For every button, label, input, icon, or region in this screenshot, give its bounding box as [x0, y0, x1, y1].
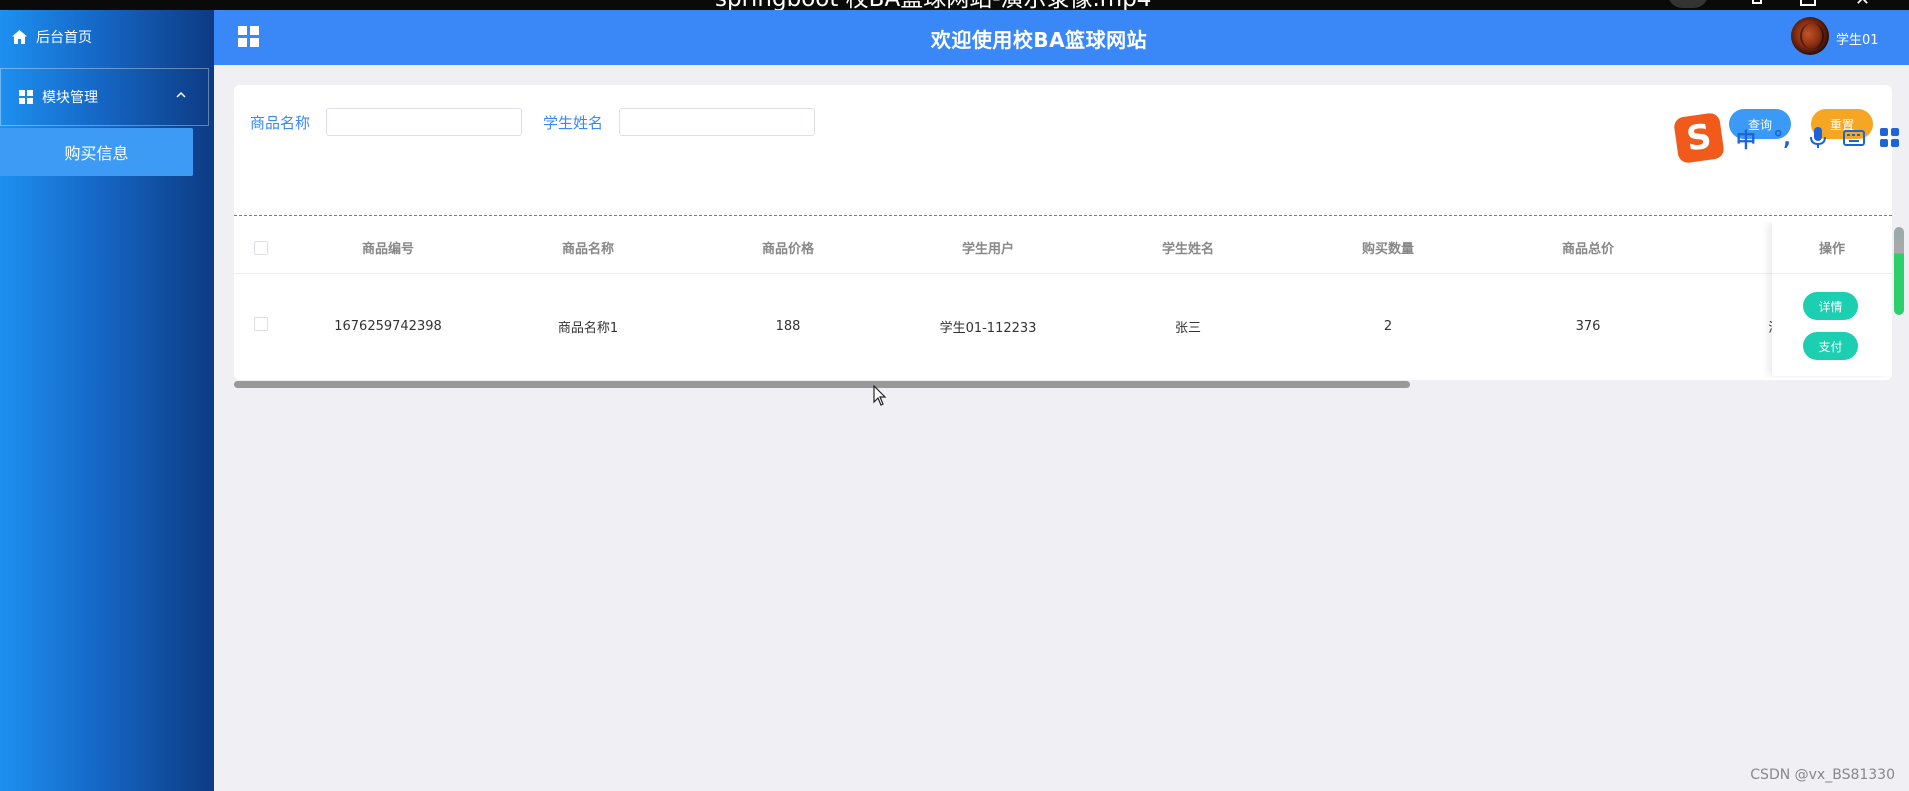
column-header-total-price: 商品总价	[1561, 242, 1614, 257]
cell-student-name: 张三	[1174, 320, 1201, 336]
column-header-student-user: 学生用户	[961, 242, 1014, 257]
sidebar-item-home[interactable]: 后台首页	[0, 22, 214, 52]
cell-product-name: 商品名称1	[557, 320, 619, 336]
sidebar-item-purchase-label: 购买信息	[64, 144, 129, 163]
maximize-icon[interactable]	[1800, 0, 1816, 6]
sidebar-item-module-label: 模块管理	[42, 90, 98, 106]
mouse-cursor-icon	[873, 385, 887, 406]
data-table: 商品编号 商品名称 商品价格 学生用户 学生姓名 购买数量 商品总价 购 167…	[234, 222, 1892, 378]
ime-toolbar: S 中 °,	[1673, 112, 1909, 164]
column-header-product-id: 商品编号	[361, 242, 414, 257]
video-title: springboot 校BA篮球网站-演示录像.mp4	[715, 0, 1151, 10]
top-header: 欢迎使用校BA篮球网站 学生01	[214, 10, 1909, 65]
chevron-up-icon	[176, 91, 186, 98]
divider	[234, 215, 1892, 216]
select-all-checkbox[interactable]	[254, 241, 268, 255]
home-icon	[12, 30, 27, 44]
apps-grid-icon[interactable]	[1872, 120, 1908, 156]
microphone-icon[interactable]	[1800, 120, 1836, 156]
product-name-input[interactable]	[326, 108, 522, 136]
sidebar-item-purchase-info[interactable]: 购买信息	[0, 128, 193, 176]
row-checkbox[interactable]	[254, 317, 268, 331]
sidebar-item-home-label: 后台首页	[36, 30, 92, 46]
video-title-bar: springboot 校BA篮球网站-演示录像.mp4 ✕	[0, 0, 1909, 10]
table-row: 1676259742398 商品名称1 188 学生01-112233 张三 2…	[234, 274, 1892, 378]
sogou-logo-icon[interactable]: S	[1673, 112, 1725, 164]
watermark: CSDN @vx_BS81330	[1750, 767, 1895, 783]
vertical-scrollbar-thumb[interactable]	[1894, 227, 1904, 315]
column-header-quantity: 购买数量	[1361, 242, 1414, 257]
column-header-actions: 操作	[1772, 222, 1892, 274]
product-name-label: 商品名称	[250, 114, 311, 132]
column-header-product-price: 商品价格	[761, 242, 814, 257]
column-header-student-name: 学生姓名	[1161, 242, 1214, 257]
sidebar-item-module-management[interactable]: 模块管理	[0, 68, 209, 126]
horizontal-scrollbar	[234, 381, 1892, 389]
pay-button[interactable]: 支付	[1803, 332, 1858, 360]
video-control-pill[interactable]	[1668, 0, 1708, 8]
avatar[interactable]	[1791, 17, 1829, 55]
table-header: 商品编号 商品名称 商品价格 学生用户 学生姓名 购买数量 商品总价 购	[234, 222, 1892, 274]
sidebar: 后台首页 模块管理 购买信息	[0, 10, 214, 791]
column-header-product-name: 商品名称	[561, 242, 614, 257]
minimize-icon[interactable]	[1752, 0, 1762, 4]
student-name-label: 学生姓名	[543, 114, 604, 132]
main-content-card: 商品名称 学生姓名 查询 重置 商品编号 商品名称 商品价格 学生用户 学生姓名…	[234, 85, 1892, 388]
student-name-input[interactable]	[619, 108, 815, 136]
close-icon[interactable]: ✕	[1855, 0, 1883, 9]
cell-product-price: 188	[775, 318, 801, 334]
user-name[interactable]: 学生01	[1836, 29, 1879, 48]
cell-product-id: 1676259742398	[334, 318, 442, 334]
cell-quantity: 2	[1383, 318, 1393, 334]
ime-chinese-mode[interactable]: 中	[1728, 120, 1764, 156]
cell-total-price: 376	[1575, 318, 1601, 334]
detail-button[interactable]: 详情	[1803, 292, 1858, 320]
action-column: 操作 详情 支付	[1772, 222, 1892, 376]
grid-icon	[19, 90, 33, 104]
keyboard-icon[interactable]	[1836, 120, 1872, 156]
page-title: 欢迎使用校BA篮球网站	[930, 28, 1148, 52]
ime-punctuation[interactable]: °,	[1764, 120, 1800, 156]
horizontal-scrollbar-thumb[interactable]	[234, 381, 1410, 388]
cell-student-user: 学生01-112233	[939, 320, 1037, 336]
